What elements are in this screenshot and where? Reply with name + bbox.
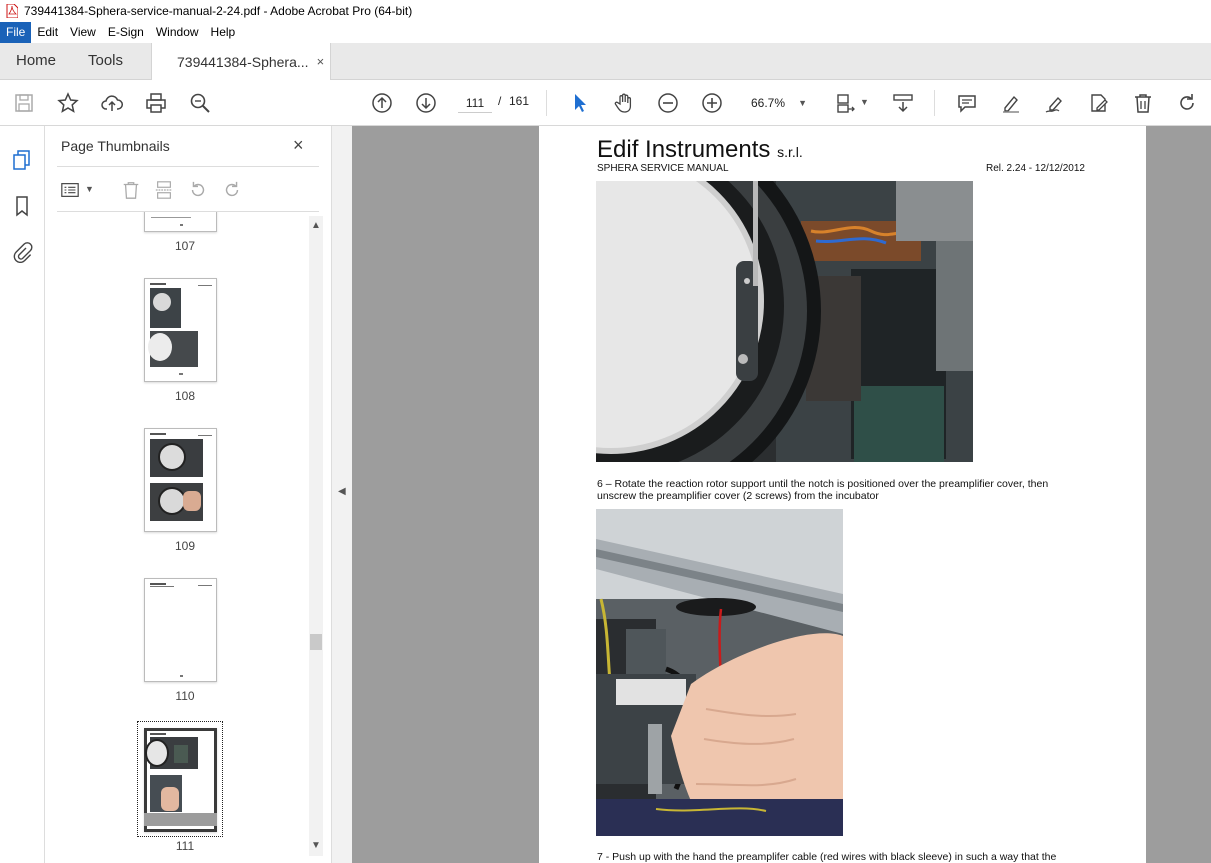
rotate-left-icon[interactable]	[187, 179, 209, 201]
rotor-photo	[596, 181, 973, 462]
document-view[interactable]: Edif Instruments s.r.l. SPHERA SERVICE M…	[352, 126, 1211, 863]
page-thumbnails-panel: Page Thumbnails × ▼ 107 108 109 110 111	[45, 126, 332, 863]
scroll-mode-icon[interactable]	[891, 91, 915, 115]
page-thumbnail-109[interactable]	[144, 428, 217, 532]
menu-window[interactable]: Window	[150, 22, 205, 43]
bookmark-star-icon[interactable]	[56, 91, 80, 115]
preamplifier-photo	[596, 509, 843, 836]
page-thumbnail-108[interactable]	[144, 278, 217, 382]
zoom-out-icon[interactable]	[656, 91, 680, 115]
tab-document[interactable]: 739441384-Sphera... ×	[151, 43, 331, 80]
page-separator: /	[498, 94, 502, 108]
page-number-input[interactable]: 111	[458, 93, 492, 113]
thumbnail-options-icon[interactable]	[59, 179, 81, 201]
panel-splitter[interactable]: ◀	[332, 126, 352, 863]
manual-title: SPHERA SERVICE MANUAL	[597, 163, 729, 174]
step-7-line-1: 7 - Push up with the hand the preamplife…	[597, 851, 1057, 863]
print-icon[interactable]	[144, 91, 168, 115]
page-total: 161	[509, 94, 530, 108]
menu-esign[interactable]: E-Sign	[102, 22, 150, 43]
edit-pdf-icon[interactable]	[1087, 91, 1111, 115]
pdf-page: Edif Instruments s.r.l. SPHERA SERVICE M…	[539, 126, 1146, 863]
delete-pages-icon[interactable]	[120, 179, 142, 201]
page-thumbnails-icon[interactable]	[10, 148, 34, 172]
company-suffix: s.r.l.	[777, 144, 803, 160]
panel-divider	[57, 166, 319, 167]
step-6-line-1: 6 – Rotate the reaction rotor support un…	[597, 478, 1049, 490]
release-info: Rel. 2.24 - 12/12/2012	[986, 163, 1085, 174]
tab-close-icon[interactable]: ×	[317, 54, 325, 69]
page-thumbnail-111[interactable]	[144, 728, 217, 832]
window-title: 739441384-Sphera-service-manual-2-24.pdf…	[24, 4, 413, 18]
thumbnail-label-108: 108	[174, 389, 196, 403]
scrollbar-thumb[interactable]	[310, 634, 322, 650]
page-layout-icon[interactable]	[834, 91, 858, 115]
page-thumbnail-110[interactable]	[144, 578, 217, 682]
upload-cloud-icon[interactable]	[100, 91, 124, 115]
scroll-down-arrow-icon[interactable]: ▼	[309, 840, 323, 854]
thumbnail-list: 107 108 109 110 111	[57, 212, 313, 857]
comment-icon[interactable]	[955, 91, 979, 115]
toolbar-divider	[934, 90, 935, 116]
thumbnail-label-111: 111	[175, 839, 195, 853]
scroll-up-arrow-icon[interactable]: ▲	[309, 220, 323, 234]
previous-page-icon[interactable]	[370, 91, 394, 115]
next-page-icon[interactable]	[414, 91, 438, 115]
left-rail	[0, 126, 45, 863]
tab-tools[interactable]: Tools	[88, 43, 123, 79]
thumbnail-scrollbar[interactable]: ▲ ▼	[309, 216, 323, 856]
thumbnail-label-107: 107	[174, 239, 196, 253]
thumbnail-label-109: 109	[174, 539, 196, 553]
menu-edit[interactable]: Edit	[31, 22, 64, 43]
menu-file[interactable]: File	[0, 22, 32, 43]
menu-help[interactable]: Help	[205, 22, 242, 43]
page-thumbnail-107[interactable]	[144, 212, 217, 232]
company-name: Edif Instruments	[597, 136, 771, 163]
main-toolbar: 111 / 161 66.7% ▼ ▼	[0, 80, 1211, 126]
zoom-level-select[interactable]: 66.7% ▼	[745, 93, 809, 113]
hand-tool-icon[interactable]	[612, 91, 636, 115]
chevron-down-icon: ▼	[798, 98, 807, 108]
panel-close-icon[interactable]: ×	[293, 135, 304, 156]
save-icon[interactable]	[12, 91, 36, 115]
panel-title: Page Thumbnails	[61, 138, 170, 154]
tab-bar: Home Tools 739441384-Sphera... ×	[0, 43, 1211, 80]
tab-document-label: 739441384-Sphera...	[177, 53, 309, 70]
zoom-level-value: 66.7%	[751, 96, 786, 110]
attachments-icon[interactable]	[10, 240, 34, 264]
rotate-icon[interactable]	[1175, 91, 1199, 115]
collapse-panel-arrow-icon[interactable]: ◀	[338, 486, 346, 497]
options-chevron-down-icon[interactable]: ▼	[85, 184, 94, 194]
zoom-in-icon[interactable]	[700, 91, 724, 115]
select-cursor-icon[interactable]	[568, 91, 592, 115]
delete-icon[interactable]	[1131, 91, 1155, 115]
tab-home[interactable]: Home	[16, 43, 56, 79]
sign-icon[interactable]	[1043, 91, 1067, 115]
page-company-heading: Edif Instruments s.r.l.	[597, 136, 803, 164]
toolbar-divider	[546, 90, 547, 116]
find-zoom-icon[interactable]	[188, 91, 212, 115]
menu-view[interactable]: View	[64, 22, 102, 43]
pdf-file-icon	[6, 4, 18, 18]
rotate-right-icon[interactable]	[221, 179, 243, 201]
step-6-line-2: unscrew the preamplifier cover (2 screws…	[597, 490, 879, 502]
layout-chevron-down-icon[interactable]: ▼	[860, 97, 869, 107]
thumbnail-label-110: 110	[175, 689, 195, 703]
insert-pages-icon[interactable]	[153, 179, 175, 201]
highlight-pen-icon[interactable]	[999, 91, 1023, 115]
menu-bar: File Edit View E-Sign Window Help	[0, 22, 1211, 43]
bookmarks-icon[interactable]	[10, 194, 34, 218]
title-bar: 739441384-Sphera-service-manual-2-24.pdf…	[0, 0, 1211, 22]
